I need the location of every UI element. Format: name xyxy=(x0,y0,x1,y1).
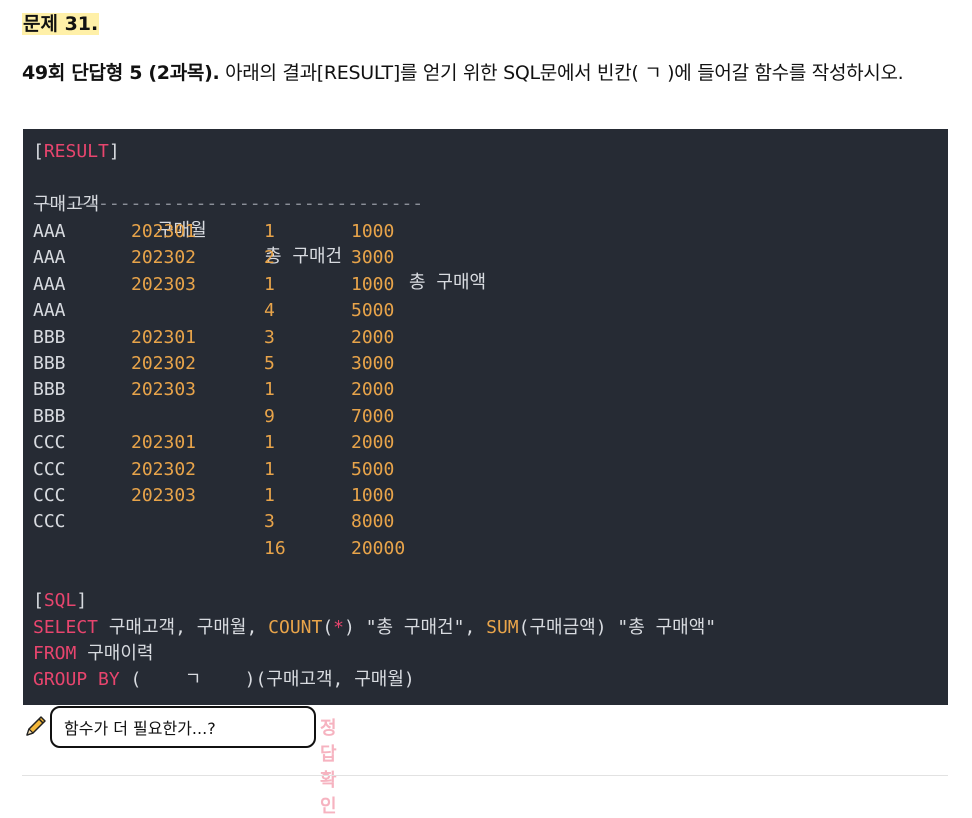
cell-customer: BBB xyxy=(33,405,66,427)
cell-customer: AAA xyxy=(33,247,66,269)
sql-from-line: FROM 구매이력 xyxy=(33,643,154,664)
cell-count: 5 xyxy=(264,353,275,374)
cell-month: 202303 xyxy=(131,485,197,506)
cell-count: 1 xyxy=(264,458,275,480)
cell-month: 202303 xyxy=(131,273,197,295)
cell-month: 202302 xyxy=(131,353,197,374)
cell-amount: 2000 xyxy=(351,432,395,454)
cell-amount: 3000 xyxy=(351,247,395,269)
result-row: AAA 4 5000 xyxy=(33,298,933,324)
cell-amount: 2000 xyxy=(351,379,395,401)
cell-month: 202301 xyxy=(131,326,197,348)
result-row: CCC 3 8000 xyxy=(33,509,933,535)
cell-customer: CCC xyxy=(33,458,66,480)
result-separator: ------------------------------------ xyxy=(33,193,424,214)
cell-customer: AAA xyxy=(33,273,66,295)
cell-customer: BBB xyxy=(33,353,66,374)
result-row: CCC 202301 1 2000 xyxy=(33,430,933,456)
sql-group-by-line: GROUP BY ( ㄱ )(구매고객, 구매월) xyxy=(33,669,415,690)
code-block: [RESULT] 구매고객 구매월 총 구매건 총 구매액 ----------… xyxy=(23,129,948,705)
cell-customer: BBB xyxy=(33,326,66,348)
result-row: AAA 202301 1 1000 xyxy=(33,219,933,245)
cell-month: 202302 xyxy=(131,458,197,480)
cell-customer: CCC xyxy=(33,432,66,454)
cell-amount: 5000 xyxy=(351,458,395,480)
result-row: 16 20000 xyxy=(33,536,933,562)
cell-amount: 20000 xyxy=(351,537,406,559)
result-row: BBB 9 7000 xyxy=(33,404,933,430)
sql-label: [SQL] xyxy=(33,590,88,611)
result-row: CCC 202303 1 1000 xyxy=(33,483,933,509)
cell-count: 1 xyxy=(264,273,275,295)
question-body: 아래의 결과[RESULT]를 얻기 위한 SQL문에서 빈칸( ㄱ )에 들어… xyxy=(219,62,904,84)
cell-count: 3 xyxy=(264,326,275,348)
cell-customer: AAA xyxy=(33,300,66,322)
cell-count: 1 xyxy=(264,379,275,401)
cell-amount: 5000 xyxy=(351,300,395,322)
question-text: 49회 단답형 5 (2과목). 아래의 결과[RESULT]를 얻기 위한 S… xyxy=(22,52,952,94)
cell-customer: CCC xyxy=(33,511,66,533)
pencil-icon xyxy=(26,716,46,736)
cell-month: 202301 xyxy=(131,221,197,242)
cell-month: 202302 xyxy=(131,247,197,269)
cell-amount: 3000 xyxy=(351,353,395,374)
cell-amount: 7000 xyxy=(351,405,395,427)
cell-amount: 1000 xyxy=(351,273,395,295)
answer-input[interactable] xyxy=(50,706,316,748)
cell-month: 202301 xyxy=(131,432,197,454)
cell-count: 1 xyxy=(264,432,275,454)
sql-select-line: SELECT 구매고객, 구매월, COUNT(*) "총 구매건", SUM(… xyxy=(33,617,717,638)
question-source: 49회 단답형 5 (2과목). xyxy=(22,62,220,84)
cell-customer: AAA xyxy=(33,221,66,242)
cell-amount: 1000 xyxy=(351,221,395,242)
result-row: BBB 202301 3 2000 xyxy=(33,325,933,351)
result-label: [RESULT] xyxy=(33,141,120,162)
cell-count: 4 xyxy=(264,300,275,322)
result-row: AAA 202302 2 3000 xyxy=(33,245,933,271)
result-row: CCC 202302 1 5000 xyxy=(33,457,933,483)
result-row: AAA 202303 1 1000 xyxy=(33,272,933,298)
cell-count: 3 xyxy=(264,511,275,533)
cell-count: 2 xyxy=(264,247,275,269)
cell-amount: 2000 xyxy=(351,326,395,348)
result-header-row: 구매고객 구매월 총 구매건 총 구매액 xyxy=(33,166,933,293)
result-row: BBB 202303 1 2000 xyxy=(33,377,933,403)
cell-count: 1 xyxy=(264,221,275,242)
cell-amount: 8000 xyxy=(351,511,395,533)
cell-customer: BBB xyxy=(33,379,66,401)
check-answer-button[interactable]: 정답확인 xyxy=(320,714,337,818)
cell-count: 9 xyxy=(264,405,275,427)
cell-customer: CCC xyxy=(33,485,66,506)
cell-count: 16 xyxy=(264,537,286,559)
divider xyxy=(22,775,948,776)
problem-title: 문제 31. xyxy=(22,13,100,35)
cell-month: 202303 xyxy=(131,379,197,401)
cell-amount: 1000 xyxy=(351,485,395,506)
cell-count: 1 xyxy=(264,485,275,506)
result-row: BBB 202302 5 3000 xyxy=(33,351,933,377)
